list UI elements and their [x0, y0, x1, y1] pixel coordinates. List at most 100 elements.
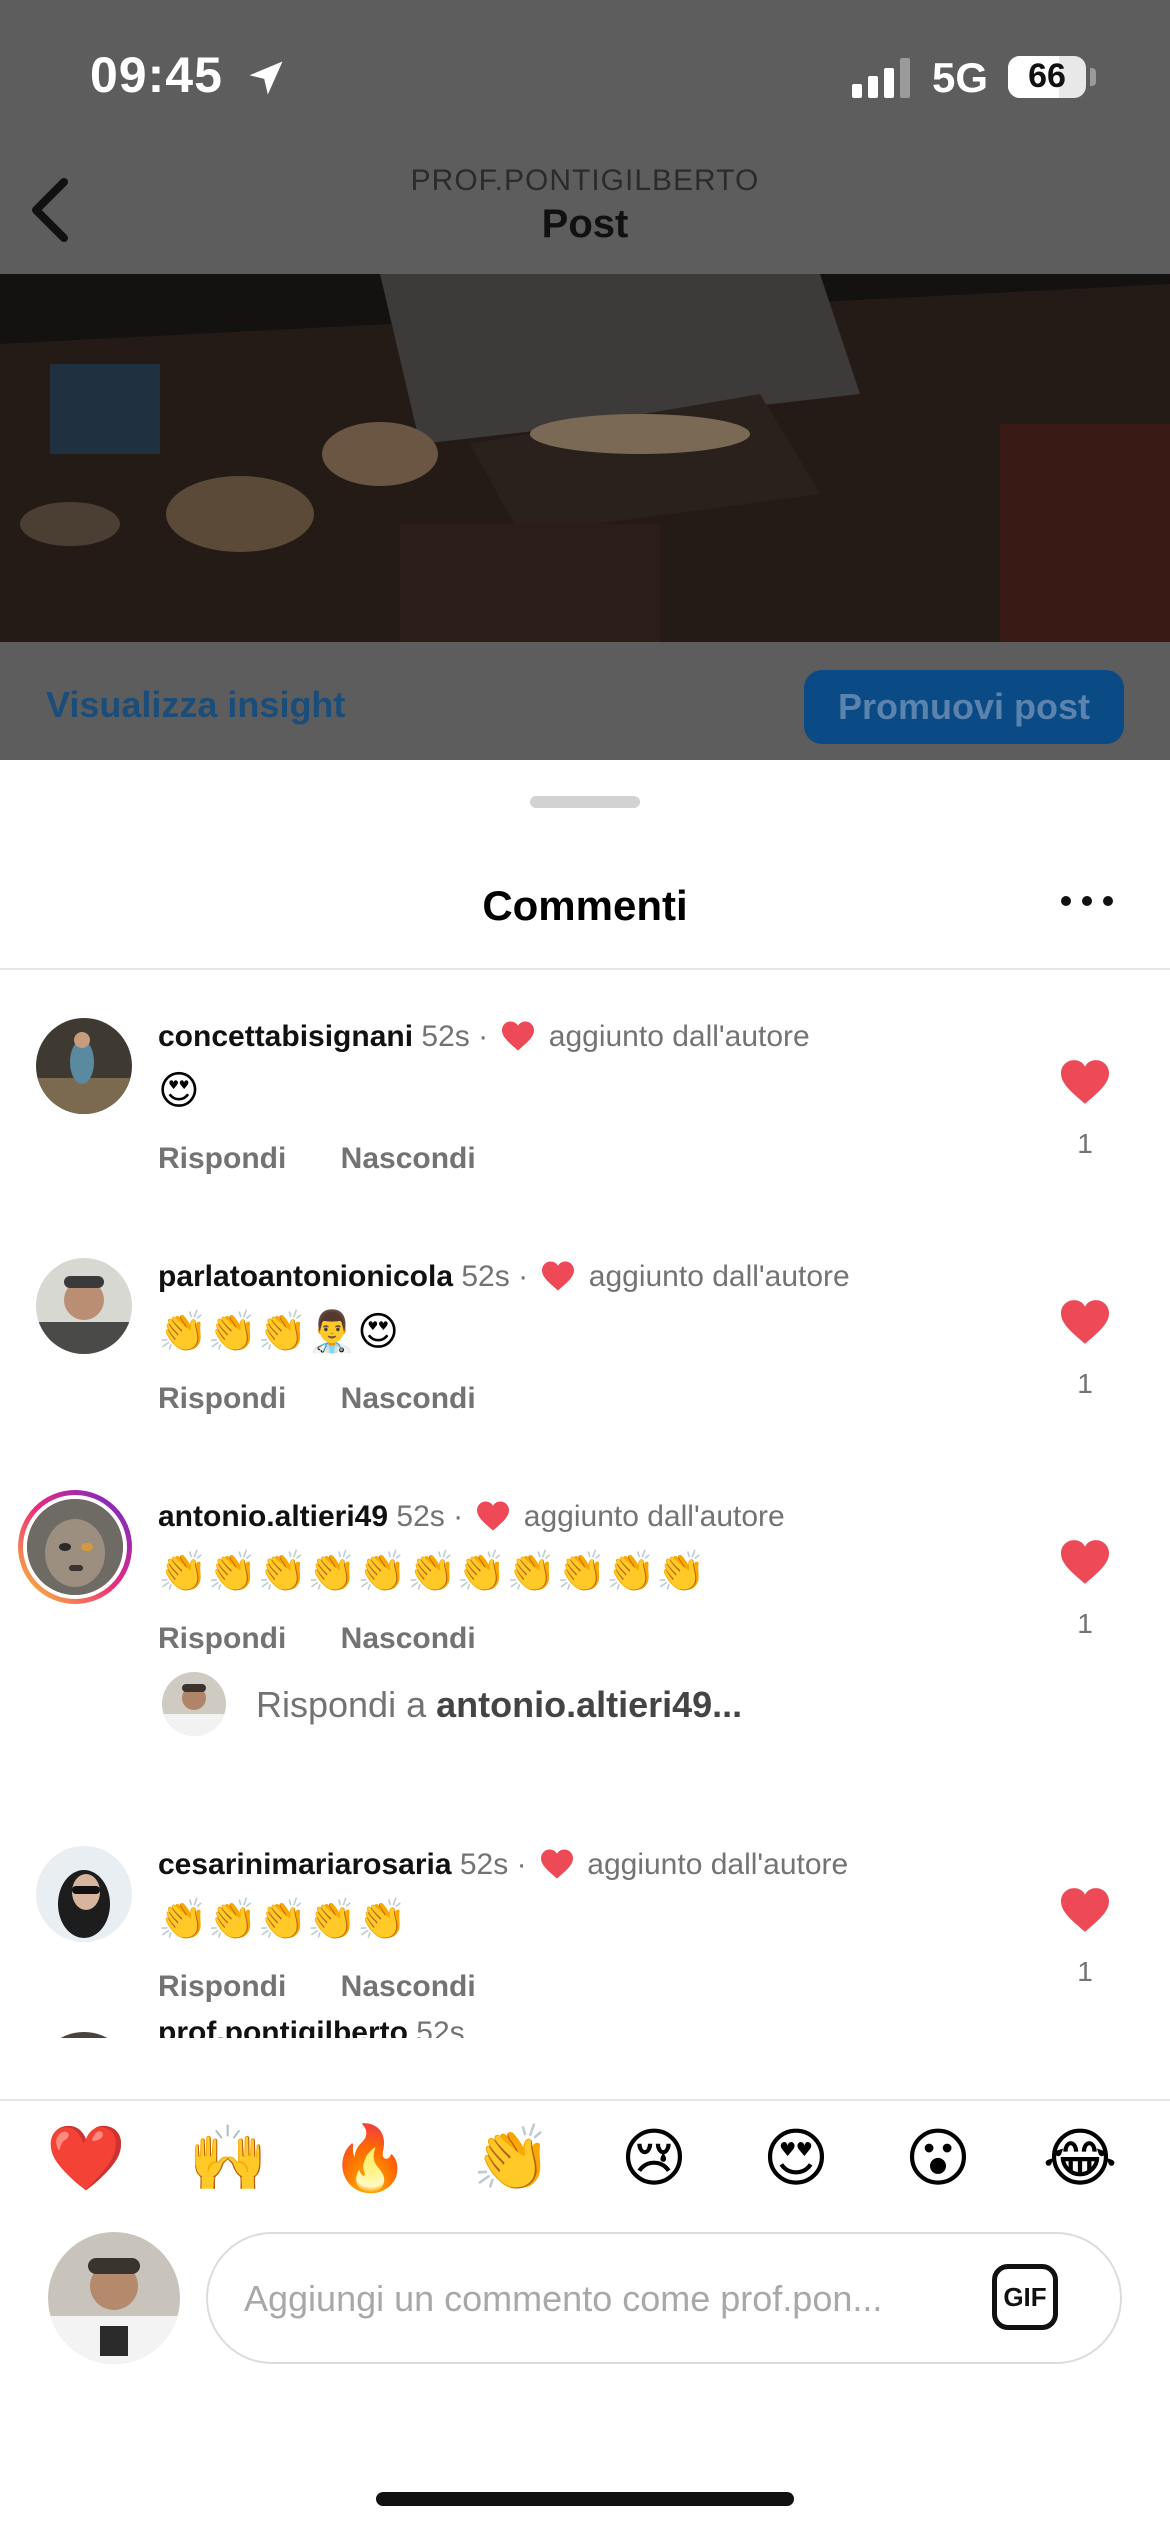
avatar[interactable]	[36, 2032, 132, 2038]
network-label: 5G	[932, 54, 989, 101]
separator-dot: ·	[478, 1020, 497, 1053]
comments-sheet: Commenti concettabisignani 52s · aggiunt…	[0, 760, 1170, 2532]
sheet-grabber[interactable]	[530, 796, 640, 808]
comment-item-partial: prof.pontigilberto 52s	[0, 2006, 1170, 2038]
emoji-raising-hands[interactable]: 🙌	[178, 2119, 278, 2199]
background-post-screen: 09:45 5G 66 PROF.PONTIGILBERTO Post Visu…	[0, 0, 1170, 760]
gif-icon[interactable]: GIF	[992, 2264, 1058, 2330]
separator-dot: ·	[453, 1500, 472, 1533]
comment-time: 52s	[396, 1500, 445, 1533]
emoji-crying[interactable]: 😢	[604, 2119, 704, 2199]
separator-dot: ·	[516, 1848, 535, 1881]
post-actions: Visualizza insight Promuovi post	[0, 642, 1170, 760]
like-count: 1	[1077, 1608, 1093, 1639]
comment-username[interactable]: parlatoantonionicola	[158, 1260, 453, 1293]
heart-icon[interactable]	[1058, 1298, 1112, 1346]
comment-actions: Rispondi Nascondi	[158, 1142, 522, 1176]
avatar[interactable]	[36, 1018, 132, 1114]
comment-text: 👏👏👏👏👏👏👏👏👏👏👏	[158, 1549, 706, 1595]
heart-icon[interactable]	[1058, 1058, 1112, 1106]
status-time: 09:45	[90, 47, 223, 103]
comment-item: concettabisignani 52s · aggiunto dall'au…	[0, 1018, 1170, 1258]
author-liked-badge: aggiunto dall'autore	[588, 1260, 850, 1293]
reply-prompt-row[interactable]: Rispondi a antonio.altieri49...	[0, 1670, 1170, 1750]
like-count: 1	[1077, 1956, 1093, 1987]
hide-button[interactable]: Nascondi	[341, 1622, 476, 1655]
like-count: 1	[1077, 1368, 1093, 1399]
reply-button[interactable]: Rispondi	[158, 1622, 286, 1655]
comment-username[interactable]: cesarinimariarosaria	[158, 1848, 452, 1881]
comment-header: parlatoantonionicola 52s · aggiunto dall…	[158, 1260, 850, 1294]
comment-header: cesarinimariarosaria 52s · aggiunto dall…	[158, 1848, 848, 1882]
comment-input[interactable]: Aggiungi un commento come prof.pon... GI…	[206, 2232, 1122, 2364]
more-horizontal-icon[interactable]	[1058, 886, 1116, 916]
sheet-title: Commenti	[482, 882, 688, 929]
signal-icon	[852, 58, 910, 98]
avatar[interactable]	[36, 1846, 132, 1942]
battery-tip	[1090, 68, 1096, 86]
reply-button[interactable]: Rispondi	[158, 1970, 286, 2003]
comment-time: 52s	[459, 1848, 509, 1881]
comment-input-placeholder: Aggiungi un commento come prof.pon...	[244, 2278, 883, 2319]
author-liked-badge: aggiunto dall'autore	[587, 1848, 849, 1881]
comment-time: 52s	[461, 1260, 510, 1293]
promote-post-button[interactable]: Promuovi post	[804, 670, 1124, 744]
avatar	[162, 1672, 226, 1736]
like-count: 1	[1077, 1128, 1093, 1159]
emoji-heart-eyes[interactable]: 😍	[746, 2119, 846, 2199]
status-bar: 09:45 5G 66	[0, 0, 1170, 150]
comment-actions: Rispondi Nascondi	[158, 1622, 522, 1656]
emoji-laughing[interactable]: 😂	[1030, 2119, 1130, 2199]
reply-prompt-target: antonio.altieri49...	[436, 1684, 743, 1725]
comment-actions: Rispondi Nascondi	[158, 1382, 522, 1416]
comments-list[interactable]: concettabisignani 52s · aggiunto dall'au…	[0, 970, 1170, 2038]
author-heart-icon	[477, 1501, 510, 1531]
heart-icon[interactable]	[1058, 1538, 1112, 1586]
post-image	[0, 274, 1170, 642]
emoji-fire[interactable]: 🔥	[320, 2119, 420, 2199]
comment-text: 👏👏👏👏👏	[158, 1897, 408, 1943]
avatar-story-ring[interactable]	[18, 1490, 132, 1604]
emoji-heart[interactable]: ❤️	[36, 2119, 136, 2199]
reply-prompt-text[interactable]: Rispondi a antonio.altieri49...	[256, 1684, 742, 1726]
current-user-avatar	[48, 2232, 180, 2364]
comment-time: 52s	[421, 1020, 470, 1053]
home-indicator	[376, 2492, 794, 2506]
reply-prompt-prefix: Rispondi a	[256, 1684, 437, 1725]
comment-header: prof.pontigilberto 52s	[158, 2016, 465, 2038]
author-heart-icon	[502, 1021, 535, 1051]
hide-button[interactable]: Nascondi	[341, 1382, 476, 1415]
comment-username[interactable]: concettabisignani	[158, 1020, 413, 1053]
comment-text: 👏👏👏👨‍⚕️😍	[158, 1309, 399, 1355]
comment-text: 😍	[158, 1068, 200, 1114]
reply-button[interactable]: Rispondi	[158, 1382, 286, 1415]
avatar[interactable]	[36, 1258, 132, 1354]
emoji-surprised[interactable]: 😮	[888, 2119, 988, 2199]
nav-subtitle: PROF.PONTIGILBERTO	[410, 164, 760, 197]
view-insights-link[interactable]: Visualizza insight	[46, 684, 345, 726]
comment-username[interactable]: antonio.altieri49	[158, 1500, 388, 1533]
comment-header: antonio.altieri49 52s · aggiunto dall'au…	[158, 1500, 785, 1534]
comment-item: parlatoantonionicola 52s · aggiunto dall…	[0, 1258, 1170, 1498]
quick-emoji-bar: ❤️ 🙌 🔥 👏 😢 😍 😮 😂	[0, 2101, 1170, 2217]
author-heart-icon	[542, 1261, 575, 1291]
battery-indicator: 66	[1008, 56, 1086, 98]
heart-icon[interactable]	[1058, 1886, 1112, 1934]
nav-bar: PROF.PONTIGILBERTO Post	[0, 150, 1170, 274]
separator-dot: ·	[518, 1260, 537, 1293]
hide-button[interactable]: Nascondi	[341, 1142, 476, 1175]
comment-actions: Rispondi Nascondi	[158, 1970, 522, 2004]
location-arrow-icon	[249, 61, 283, 95]
reply-button[interactable]: Rispondi	[158, 1142, 286, 1175]
author-liked-badge: aggiunto dall'autore	[548, 1020, 810, 1053]
comment-header: concettabisignani 52s · aggiunto dall'au…	[158, 1020, 810, 1054]
comment-composer: Aggiungi un commento come prof.pon... GI…	[0, 2218, 1170, 2398]
comment-username[interactable]: prof.pontigilberto	[158, 2016, 408, 2038]
avatar	[23, 1495, 127, 1599]
emoji-clapping[interactable]: 👏	[462, 2119, 562, 2199]
author-liked-badge: aggiunto dall'autore	[523, 1500, 785, 1533]
nav-title: Post	[541, 202, 629, 246]
comment-time: 52s	[416, 2016, 465, 2038]
battery-percent: 66	[1028, 57, 1066, 95]
hide-button[interactable]: Nascondi	[341, 1970, 476, 2003]
